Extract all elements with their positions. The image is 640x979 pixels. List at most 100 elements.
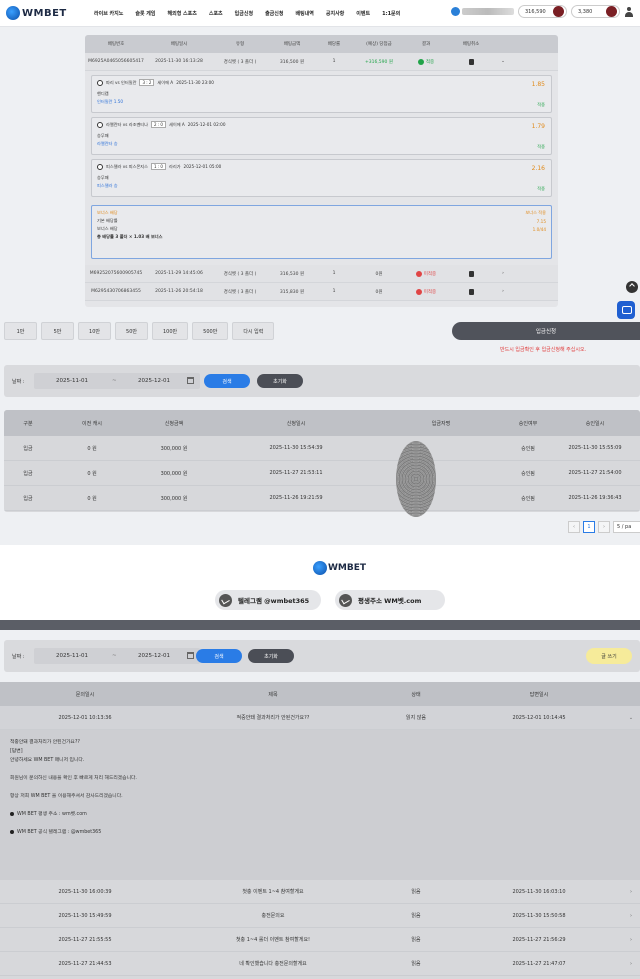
bet-cancel[interactable] bbox=[447, 270, 495, 277]
nav-sports[interactable]: 스포츠 bbox=[203, 10, 229, 17]
bet-row[interactable]: M69252075600905745 2025-11-29 14:45:06 경… bbox=[85, 265, 558, 283]
amount-1m-button[interactable]: 100만 bbox=[152, 322, 189, 340]
nav-live-casino[interactable]: 라이브 카지노 bbox=[88, 10, 129, 17]
summary-total-label: 총 배당률 bbox=[97, 234, 114, 239]
calendar-icon[interactable] bbox=[187, 377, 194, 384]
chat-icon[interactable] bbox=[617, 301, 635, 319]
search-button[interactable]: 검색 bbox=[204, 374, 250, 388]
col-odds: 배당률 bbox=[327, 42, 341, 47]
bet-cancel[interactable] bbox=[447, 58, 495, 65]
amount-100k-button[interactable]: 10만 bbox=[78, 322, 111, 340]
bet-summary-card: 보너스 배당 보너스 적용 기본 배당률 7.15 보너스 배당 1.0/44 총 배… bbox=[91, 205, 552, 259]
match-pick: 인터밀란 1.50 bbox=[97, 99, 124, 104]
col-request-amount: 신청금액 bbox=[164, 420, 184, 427]
telegram-button[interactable]: 텔레그램 @wmbet365 bbox=[215, 590, 321, 610]
inquiry-row[interactable]: 2025-11-27 21:55:55 첫충 1~4 롤더 이벤트 참여할게요!… bbox=[0, 928, 640, 952]
site-logo[interactable]: WMBET bbox=[6, 6, 80, 20]
bet-date: 2025-11-26 20:54:18 bbox=[155, 289, 203, 294]
chevron-right-icon[interactable]: › bbox=[622, 889, 640, 895]
scroll-top-icon[interactable] bbox=[626, 281, 638, 293]
reset-button[interactable]: 초기화 bbox=[248, 649, 294, 663]
cell-status: 승인됨 bbox=[521, 445, 535, 452]
inquiry-status: 읽음 bbox=[411, 961, 421, 967]
summary-bonus-label: 보너스 배당 bbox=[97, 226, 118, 231]
win-check-icon bbox=[417, 58, 424, 65]
table-row: 입금 0 원 300,000 원 2025-11-27 21:53:11 승인됨… bbox=[4, 461, 640, 486]
chevron-down-icon[interactable]: ⌄ bbox=[495, 59, 511, 64]
amount-50k-button[interactable]: 5만 bbox=[41, 322, 74, 340]
chevron-right-icon[interactable]: › bbox=[622, 961, 640, 967]
chevron-right-icon[interactable]: › bbox=[622, 937, 640, 943]
deposit-request-button[interactable]: 입금신청 bbox=[452, 322, 640, 340]
nav-bet-history[interactable]: 배팅내역 bbox=[289, 10, 319, 17]
date-from[interactable]: 2025-11-01 bbox=[56, 653, 88, 659]
trash-icon[interactable] bbox=[468, 58, 474, 65]
inquiry-table-header: 문의일시 제목 상태 답변일시 bbox=[0, 682, 640, 706]
prev-page-button[interactable]: ‹ bbox=[568, 521, 580, 533]
inquiry-row[interactable]: 2025-11-27 21:44:53 네 확인했습니다 충전문의할게요 읽음 … bbox=[0, 952, 640, 976]
bet-cancel[interactable] bbox=[447, 288, 495, 295]
next-page-button[interactable]: › bbox=[598, 521, 610, 533]
user-menu-icon[interactable] bbox=[624, 6, 634, 17]
bet-id: M6295430706863455 bbox=[91, 289, 141, 294]
date-from[interactable]: 2025-11-01 bbox=[56, 378, 88, 384]
reset-amount-button[interactable]: 다시 입력 bbox=[232, 322, 275, 340]
lose-x-icon bbox=[415, 270, 422, 277]
amount-500k-button[interactable]: 50만 bbox=[115, 322, 148, 340]
bet-row[interactable]: M6925A0465056605417 2025-11-30 16:13:28 … bbox=[85, 53, 558, 71]
amount-10k-button[interactable]: 1만 bbox=[4, 322, 37, 340]
nav-overseas-sports[interactable]: 해외형 스포츠 bbox=[162, 10, 203, 17]
nav-notice[interactable]: 공지사항 bbox=[320, 10, 350, 17]
date-to[interactable]: 2025-12-01 bbox=[138, 653, 170, 659]
col-approval: 승인여부 bbox=[518, 420, 538, 427]
cell-prev-cash: 0 원 bbox=[87, 470, 97, 477]
search-button[interactable]: 검색 bbox=[196, 649, 242, 663]
section-divider bbox=[0, 620, 640, 630]
col-status: 상태 bbox=[411, 691, 421, 698]
user-info[interactable]: user bbox=[451, 7, 514, 16]
summary-title-right: 보너스 적용 bbox=[525, 210, 546, 215]
reset-button[interactable]: 초기화 bbox=[257, 374, 303, 388]
balance-cash[interactable]: 316,590 bbox=[518, 5, 567, 18]
write-inquiry-button[interactable]: 글 쓰기 bbox=[586, 648, 632, 664]
cell-approved: 2025-11-27 21:54:00 bbox=[568, 470, 622, 476]
nav-deposit[interactable]: 입금신청 bbox=[229, 10, 259, 17]
calendar-icon[interactable] bbox=[187, 652, 194, 659]
nav-inquiry[interactable]: 1:1문의 bbox=[376, 10, 406, 17]
detail-answer-tag: [답변] bbox=[10, 749, 23, 754]
nav-slot[interactable]: 슬롯 게임 bbox=[129, 10, 161, 17]
trash-icon[interactable] bbox=[468, 288, 474, 295]
inquiry-title: 충전문의요 bbox=[261, 913, 285, 919]
bet-row[interactable]: M6295430706863455 2025-11-26 20:54:18 경식… bbox=[85, 283, 558, 301]
match-league: 세이에 A bbox=[157, 79, 174, 85]
nav-withdraw[interactable]: 출금신청 bbox=[259, 10, 289, 17]
col-kind: 구분 bbox=[23, 420, 33, 427]
col-bet-date: 배팅일시 bbox=[170, 42, 188, 47]
cell-approved: 2025-11-26 19:36:43 bbox=[568, 495, 622, 501]
chevron-right-icon[interactable]: › bbox=[495, 289, 511, 294]
chevron-down-icon[interactable]: ⌄ bbox=[622, 715, 640, 721]
balance-point[interactable]: 3,380 bbox=[571, 5, 620, 18]
inquiry-date: 2025-12-01 10:13:36 bbox=[58, 714, 112, 721]
permanent-address-button[interactable]: 평생주소 WM벳.com bbox=[335, 590, 445, 610]
bet-type: 경식벳 ( 3 폴더 ) bbox=[223, 289, 257, 295]
date-range-picker[interactable]: 2025-11-01 ~ 2025-12-01 bbox=[34, 648, 200, 664]
page-size-select[interactable]: 5 / pa bbox=[613, 521, 640, 533]
summary-total-value: 3 폴더 × 1.03 배 보너스 bbox=[115, 234, 163, 239]
chevron-right-icon[interactable]: › bbox=[495, 271, 511, 276]
detail-telegram: WM BET 공식 텔레그램 : @wmbet365 bbox=[10, 828, 630, 837]
page-number[interactable]: 1 bbox=[583, 521, 595, 533]
inquiry-row[interactable]: 2025-11-30 16:00:39 첫충 이벤트 1~4 참여할게요 읽음 … bbox=[0, 880, 640, 904]
depositor-name-redacted bbox=[396, 441, 436, 517]
date-range-picker[interactable]: 2025-11-01 ~ 2025-12-01 bbox=[34, 373, 200, 389]
amount-5m-button[interactable]: 500만 bbox=[192, 322, 229, 340]
date-to[interactable]: 2025-12-01 bbox=[138, 378, 170, 384]
inquiry-row-expanded[interactable]: 2025-12-01 10:13:36 적중안돼 결과처리가 안된건가요?? 읽… bbox=[0, 706, 640, 730]
nav-event[interactable]: 이벤트 bbox=[350, 10, 376, 17]
bet-date: 2025-11-29 14:45:06 bbox=[155, 271, 203, 276]
match-score: 3 : 2 bbox=[139, 79, 155, 86]
inquiry-row[interactable]: 2025-11-30 15:49:59 충전문의요 읽음 2025-11-30 … bbox=[0, 904, 640, 928]
chevron-right-icon[interactable]: › bbox=[622, 913, 640, 919]
trash-icon[interactable] bbox=[468, 270, 474, 277]
col-title: 제목 bbox=[268, 691, 278, 698]
